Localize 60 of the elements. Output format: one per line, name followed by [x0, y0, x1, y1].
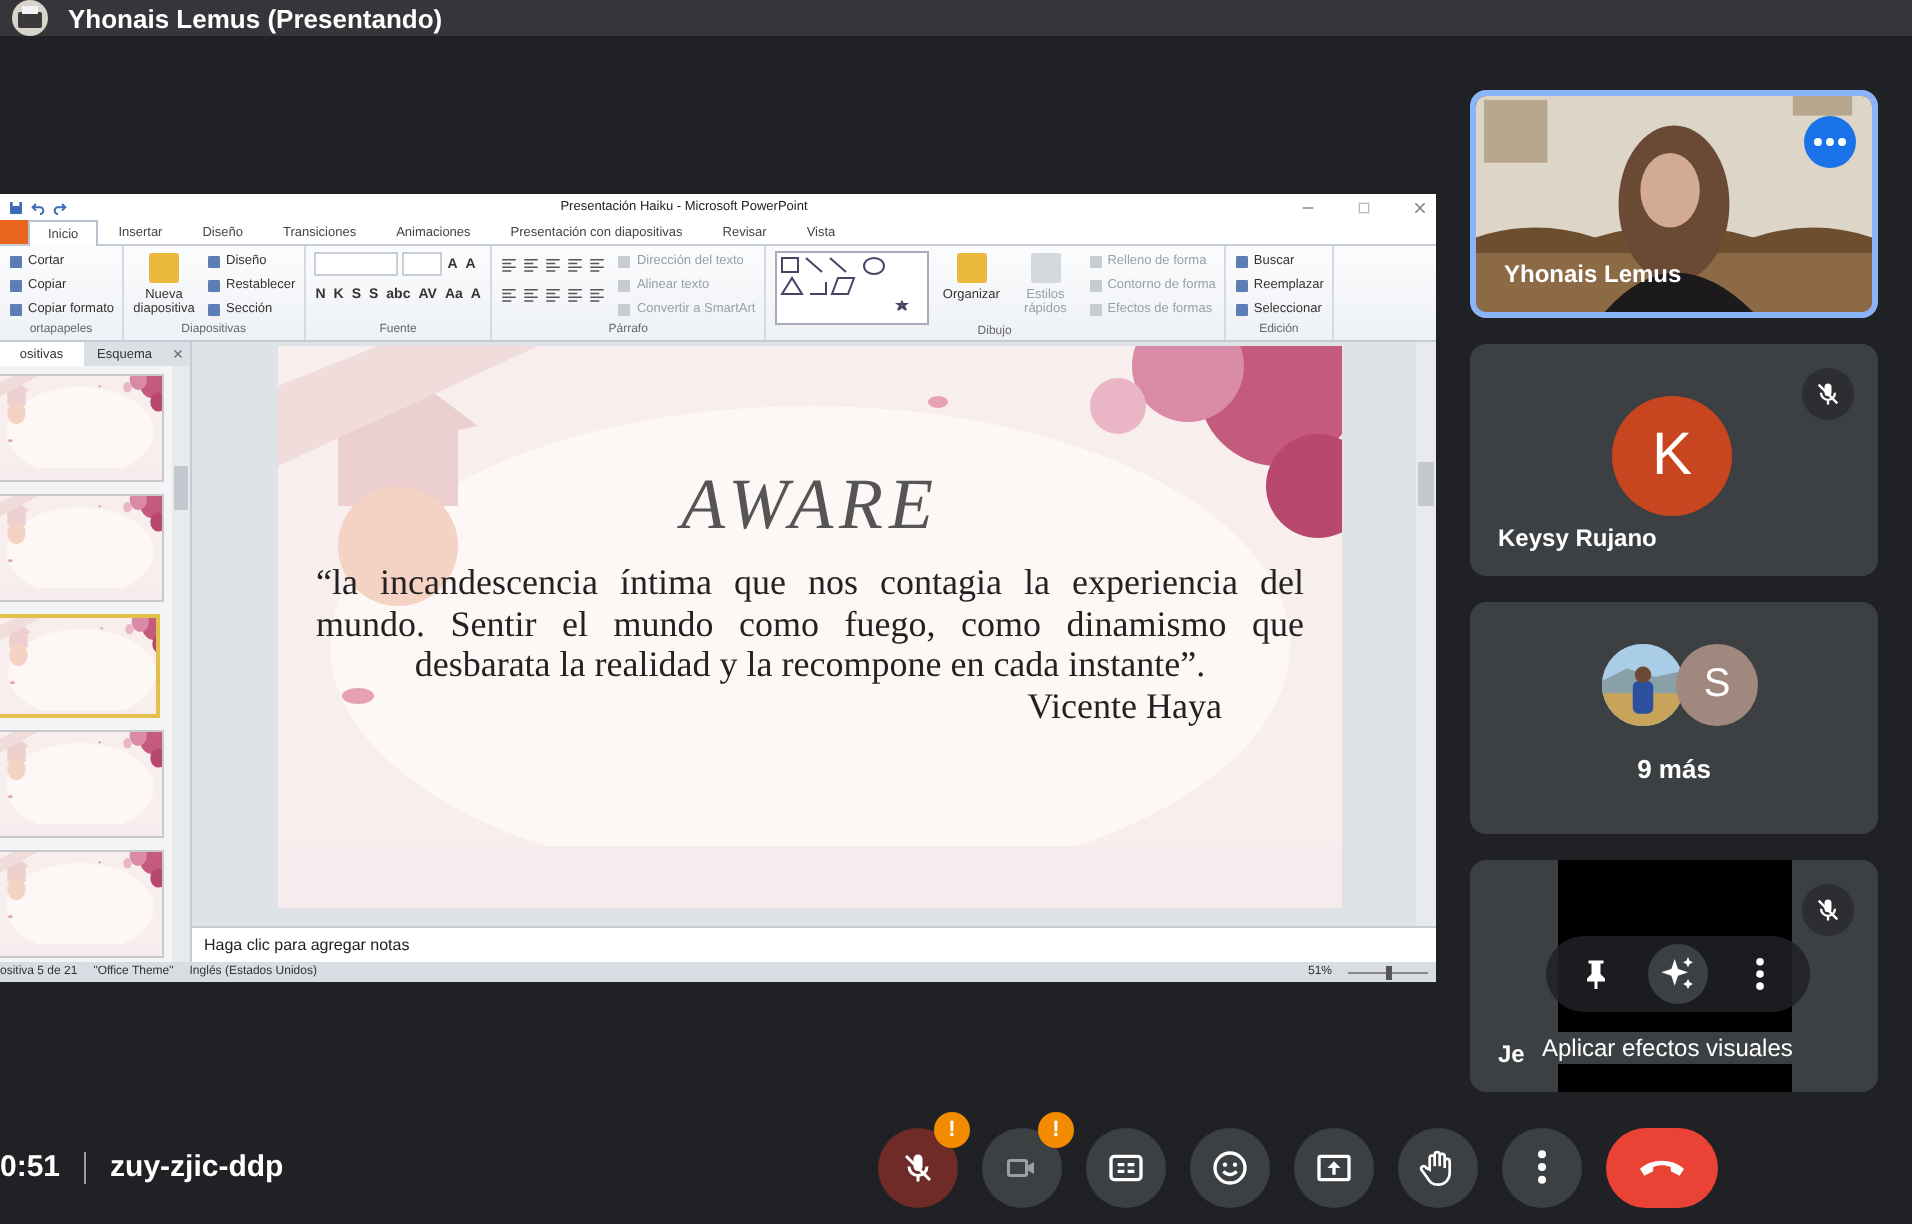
- mic-off-icon: [1814, 896, 1842, 924]
- paragraph-icon: [588, 285, 607, 303]
- raise-hand-button[interactable]: [1398, 1127, 1478, 1207]
- more-icon: [1814, 138, 1846, 146]
- participant-name: Yhonais Lemus: [1504, 260, 1682, 288]
- participant-name: Keysy Rujano: [1498, 524, 1657, 552]
- avatar: K: [1612, 396, 1732, 516]
- microphone-button[interactable]: [878, 1127, 958, 1207]
- font-field[interactable]: [401, 252, 442, 276]
- close-icon: [1412, 199, 1428, 215]
- paragraph-icon: [522, 255, 541, 273]
- save-icon: [8, 199, 24, 215]
- font-field[interactable]: [313, 252, 398, 276]
- smiley-icon: [1210, 1147, 1250, 1187]
- alert-badge: !: [934, 1111, 970, 1147]
- paragraph-icon: [544, 285, 563, 303]
- camera-button[interactable]: [982, 1127, 1062, 1207]
- more-icon: [1538, 1150, 1546, 1184]
- paragraph-icon: [566, 255, 585, 273]
- scrollbar[interactable]: [1416, 342, 1436, 926]
- avatar: S: [1676, 644, 1758, 726]
- participant-tile[interactable]: S 9 más: [1470, 602, 1878, 834]
- command-icon: [146, 250, 182, 286]
- slide-quote: “la incandescencia íntima que nos contagia la experiencia del mundo. Sentir el mundo como fuego, como dinamismo que desbarata la realidad y la recompone en cada instante”.: [316, 562, 1304, 687]
- leave-call-button[interactable]: [1606, 1127, 1718, 1207]
- reactions-button[interactable]: [1190, 1127, 1270, 1207]
- call-time: 0:51: [0, 1150, 61, 1184]
- captions-button[interactable]: [1086, 1127, 1166, 1207]
- undo-icon: [30, 199, 46, 215]
- command-icon: [953, 250, 990, 286]
- alert-badge: !: [1038, 1111, 1074, 1147]
- more-participants-label: 9 más: [1635, 754, 1713, 784]
- video-tile[interactable]: Yhonais Lemus: [1470, 90, 1878, 318]
- slide-author: Vicente Haya: [1027, 686, 1222, 729]
- shapes-gallery-icon: [773, 250, 930, 326]
- mic-off-icon: [900, 1149, 936, 1185]
- participant-tile[interactable]: K Keysy Rujano: [1470, 344, 1878, 576]
- participant-tile[interactable]: Je Aplicar efectos visuales: [1470, 860, 1878, 1092]
- scrollbar[interactable]: [172, 366, 190, 962]
- paragraph-icon: [522, 285, 541, 303]
- maximize-icon: [1356, 199, 1372, 215]
- phone-icon: [1640, 1159, 1684, 1175]
- presenter-title: Yhonais Lemus (Presentando): [68, 3, 443, 33]
- sparkle-icon: [1657, 954, 1698, 994]
- paragraph-icon: [544, 255, 563, 273]
- meeting-code: zuy-zjic-ddp: [110, 1150, 284, 1184]
- mic-off-icon: [1814, 380, 1842, 408]
- participant-name: Je: [1498, 1040, 1525, 1068]
- more-icon: [1756, 958, 1765, 990]
- close-icon: [172, 348, 184, 360]
- paragraph-icon: [500, 285, 519, 303]
- effects-button[interactable]: [1647, 944, 1708, 1004]
- command-icon: [1027, 250, 1064, 286]
- redo-icon: [52, 199, 68, 215]
- paragraph-icon: [566, 285, 585, 303]
- present-button[interactable]: [1294, 1127, 1374, 1207]
- more-options-button[interactable]: [1502, 1127, 1582, 1207]
- paragraph-icon: [500, 255, 519, 273]
- paragraph-icon: [588, 255, 607, 273]
- slide-title: AWARE: [680, 462, 940, 546]
